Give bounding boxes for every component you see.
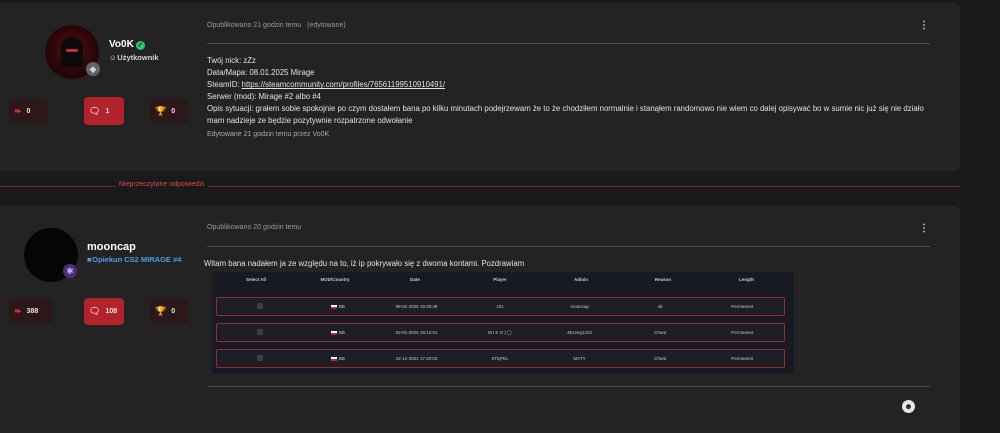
author-role: ☺ Użytkownik [109, 53, 159, 62]
cell-admin: MATY [573, 356, 586, 361]
line-date-map: Data/Mapa: 08.01.2025 Mirage [207, 68, 315, 78]
cell-player: zZz [496, 304, 504, 309]
cell-date: 08-01-2025 19:29:49 [395, 304, 438, 309]
posted-time[interactable]: Opublikowano 20 godzin temu [207, 224, 301, 231]
cell-player: M I K O | ◯ [488, 329, 512, 335]
avatar-eyes [66, 49, 78, 52]
row-checkbox [257, 303, 264, 309]
header-length: Length [739, 277, 754, 282]
post-author-panel: ◆ Vo0K ✓ ☺ Użytkownik ❧ 0 🗨 1 🏆 0 [0, 3, 195, 171]
thumbs-up-icon: ❧ [14, 105, 22, 116]
header-mod-country: MOD/Country [320, 277, 350, 282]
cell-reason: xb [657, 304, 663, 309]
header-player: Player [493, 277, 507, 282]
header-date: Date [410, 277, 420, 282]
line-steamid: SteamID: https://steamcommunity.com/prof… [207, 80, 446, 90]
line-situation: Opis sytuacji: grałem sobie spokojnie po… [207, 104, 924, 126]
staff-badge-icon: ✱ [63, 264, 77, 278]
cell-admin: mooncap [570, 304, 589, 309]
likes-stat[interactable]: ❧ 0 [9, 99, 47, 123]
cell-length: Permanent [731, 304, 754, 309]
likes-count: 388 [26, 307, 39, 315]
trophy-icon: 🏆 [155, 305, 167, 316]
posts-stat[interactable]: 🗨 108 [84, 298, 124, 325]
line-nick: Twój nick: zZz [207, 56, 256, 65]
posts-count: 1 [105, 107, 110, 115]
thumbs-up-icon: ❧ [14, 305, 22, 316]
cell-player: STĘPEL [491, 356, 509, 361]
author-role: ■ Opiekun CS2 MIRAGE #4 [87, 255, 182, 264]
author-name[interactable]: mooncap [87, 241, 136, 253]
cell-admin: Zezzeg1232 [567, 330, 592, 335]
post-mooncap: ✱ mooncap ■ Opiekun CS2 MIRAGE #4 ❧ 388 🗨… [0, 206, 960, 433]
header-admin: Admin [574, 277, 588, 282]
author-name[interactable]: Vo0K ✓ [109, 39, 145, 50]
table-row: BB 02-01-2025 18:12:51 M I K O | ◯ Zezze… [216, 323, 785, 342]
likes-stat[interactable]: ❧ 388 [9, 299, 53, 323]
cell-date: 22-12-2024 17:20:03 [395, 356, 438, 361]
post-meta: Opublikowano 20 godzin temu [207, 224, 301, 231]
flag-pl-icon [330, 331, 337, 335]
rank-badge-icon: ◆ [86, 62, 100, 76]
bans-table-header: Select All MOD/Country Date Player Admin… [212, 277, 794, 289]
post-body: Twój nick: zZz Data/Mapa: 08.01.2025 Mir… [207, 55, 935, 141]
trophy-icon: 🏆 [155, 105, 167, 116]
comments-icon: 🗨 [89, 105, 101, 116]
post-body: Witam bana nadałem ja ze względu na to, … [204, 259, 525, 268]
posted-time[interactable]: Opublikowano 21 godzin temu [207, 22, 301, 29]
header-reason: Reason [654, 277, 672, 282]
bans-table-image: Select All MOD/Country Date Player Admin… [212, 272, 794, 374]
divider [207, 246, 930, 247]
trophies-count: 0 [171, 107, 176, 115]
cell-mod: BB [338, 356, 345, 361]
cell-length: Permanent [731, 356, 754, 361]
post-meta: Opublikowano 21 godzin temu (edytowane) [207, 22, 346, 29]
post-content: Opublikowano 20 godzin temu ⋮ Witam bana… [204, 206, 945, 433]
posts-count: 108 [105, 308, 118, 315]
add-reaction-icon[interactable]: ☻ [902, 400, 915, 413]
table-row: BB 22-12-2024 17:20:03 STĘPEL MATY Cheat… [216, 349, 785, 368]
divider [207, 43, 930, 44]
cell-reason: Cheat [654, 330, 667, 335]
posts-stat[interactable]: 🗨 1 [84, 97, 124, 125]
unread-separator-label: Nieprzeczytane odpowiedzi [115, 181, 209, 188]
more-options-icon[interactable]: ⋮ [919, 223, 929, 234]
row-checkbox [257, 355, 264, 361]
header-select-all: Select All [245, 277, 267, 282]
row-checkbox [257, 329, 264, 335]
trophies-stat[interactable]: 🏆 0 [150, 299, 188, 323]
cell-mod: BB [338, 304, 345, 309]
likes-count: 0 [26, 107, 31, 115]
flag-pl-icon [330, 305, 337, 309]
more-options-icon[interactable]: ⋮ [919, 20, 929, 31]
steam-profile-link[interactable]: https://steamcommunity.com/profiles/7656… [242, 80, 445, 89]
post-vo0k: ◆ Vo0K ✓ ☺ Użytkownik ❧ 0 🗨 1 🏆 0 Opublikowa… [0, 3, 960, 171]
cell-length: Permanent [731, 330, 754, 335]
comments-icon: 🗨 [89, 306, 101, 316]
edited-note: Edytowane 21 godzin temu przez Vo0K [207, 130, 330, 138]
post-content: Opublikowano 21 godzin temu (edytowane) ⋮… [207, 3, 945, 171]
cell-date: 02-01-2025 18:12:51 [395, 330, 438, 335]
edited-tag[interactable]: (edytowane) [307, 22, 346, 29]
post-author-panel: ✱ mooncap ■ Opiekun CS2 MIRAGE #4 ❧ 388 🗨… [0, 206, 195, 433]
divider [207, 386, 930, 387]
verified-check-icon: ✓ [135, 41, 145, 50]
cell-mod: BB [338, 330, 345, 335]
cell-reason: Cheat [654, 356, 667, 361]
table-row: BB 08-01-2025 19:29:49 zZz mooncap xb Pe… [216, 297, 785, 316]
avatar-hood [61, 37, 83, 67]
trophies-count: 0 [171, 307, 176, 315]
line-server: Serwer (mod): Mirage #2 albo #4 [207, 92, 321, 102]
flag-pl-icon [330, 357, 337, 361]
trophies-stat[interactable]: 🏆 0 [150, 99, 188, 123]
